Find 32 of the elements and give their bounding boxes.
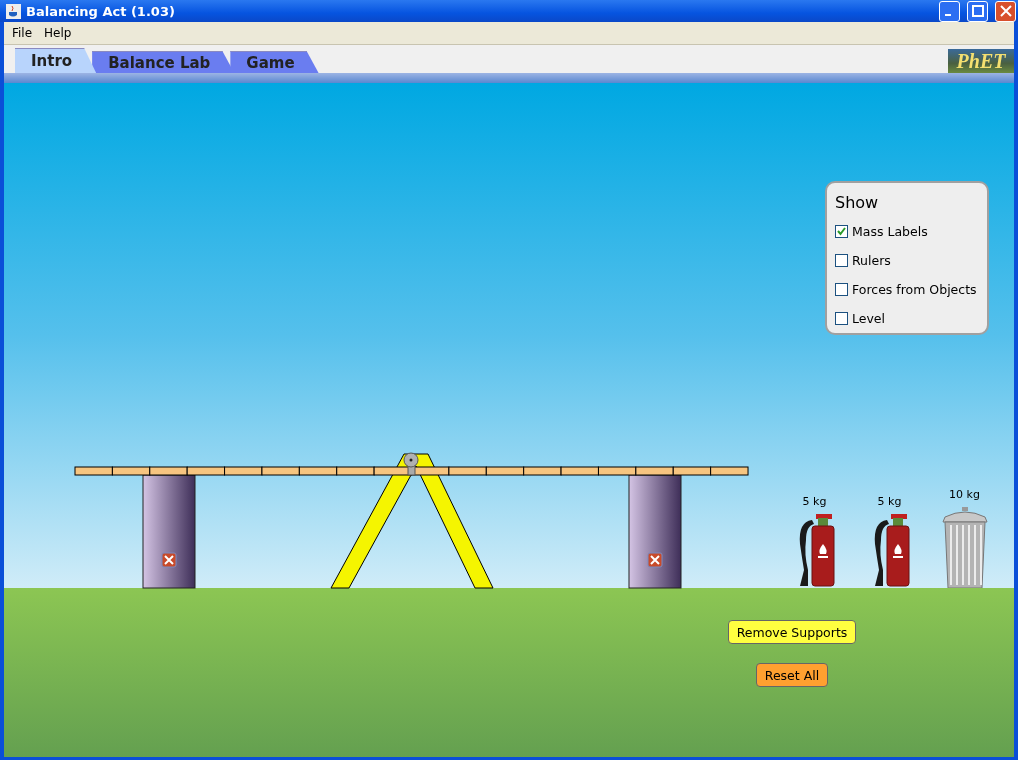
checkbox[interactable] bbox=[835, 224, 848, 238]
checkbox-label: Rulers bbox=[852, 252, 891, 268]
plank[interactable] bbox=[74, 466, 749, 476]
remove-supports-button[interactable]: Remove Supports bbox=[727, 620, 857, 644]
checkbox-label: Forces from Objects bbox=[852, 281, 977, 297]
menu-item[interactable]: File bbox=[6, 26, 39, 40]
coffee-cup-icon bbox=[6, 3, 21, 19]
checkbox-label: Mass Labels bbox=[852, 223, 928, 239]
mass-label: 10 kg bbox=[949, 488, 980, 501]
close-button[interactable] bbox=[995, 0, 1016, 22]
checkbox-label: Level bbox=[852, 310, 885, 326]
logo[interactable]: PhET bbox=[948, 49, 1014, 73]
trash-can-icon[interactable] bbox=[941, 507, 988, 588]
minimize-button[interactable] bbox=[939, 0, 960, 22]
checkbox[interactable] bbox=[835, 311, 848, 325]
tab[interactable]: Game bbox=[230, 51, 319, 73]
pivot-icon bbox=[403, 452, 419, 476]
panel-title: Show bbox=[835, 193, 880, 212]
mass-label: 5 kg bbox=[877, 495, 902, 508]
maximize-icon bbox=[971, 5, 984, 17]
tab[interactable]: Intro bbox=[15, 48, 97, 73]
checkbox[interactable] bbox=[835, 282, 848, 296]
maximize-button[interactable] bbox=[967, 0, 988, 22]
remove-support-icon[interactable] bbox=[161, 552, 177, 568]
close-icon bbox=[999, 5, 1012, 17]
window-title: Balancing Act (1.03) bbox=[26, 3, 176, 19]
mass-label: 5 kg bbox=[802, 495, 827, 508]
menu-item[interactable]: Help bbox=[38, 26, 78, 40]
remove-support-icon[interactable] bbox=[647, 552, 663, 568]
reset-button[interactable]: Reset All bbox=[755, 663, 829, 687]
checkbox[interactable] bbox=[835, 253, 848, 267]
minimize-icon bbox=[944, 14, 951, 16]
